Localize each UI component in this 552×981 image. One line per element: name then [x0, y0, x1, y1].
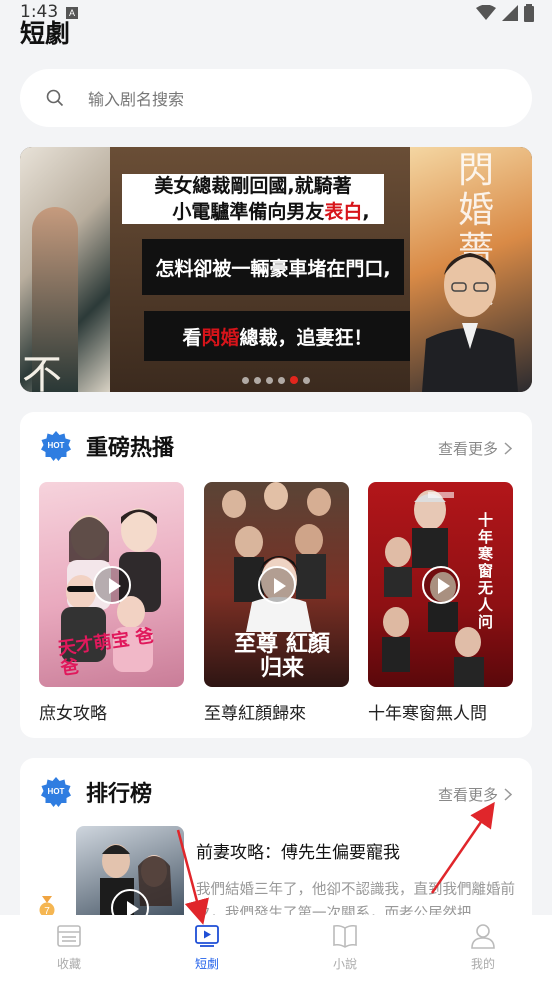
drama-poster[interactable]: 天才萌宝 爸爸	[39, 482, 184, 687]
carousel-dot[interactable]	[266, 376, 273, 384]
ranking-list-item[interactable]: 前妻攻略：傅先生偏要寵我 我們結婚三年了，他卻不認識我，直到我們離婚前夕，我們發…	[76, 826, 516, 926]
play-icon[interactable]	[92, 565, 131, 604]
search-input[interactable]: 输入剧名搜索	[88, 86, 184, 110]
bottom-tab-bar: 收藏 短劇 小說 我的	[0, 915, 552, 981]
tab-novel[interactable]: 小說	[276, 915, 414, 981]
hot-badge-icon: HOT	[40, 430, 72, 462]
tab-label[interactable]: 收藏	[57, 955, 81, 972]
ranking-section-title: 排行榜	[86, 782, 153, 807]
status-bar: 1:43 A	[0, 0, 552, 24]
hot-section: HOT 重磅热播 查看更多 天才萌宝 爸爸 庶女攻略 至尊 紅顏 归来 至尊紅顏…	[20, 412, 532, 738]
drama-card[interactable]: 天才萌宝 爸爸 庶女攻略	[39, 482, 184, 724]
banner-caption-3: 看閃婚 總裁，追妻狂！	[144, 311, 411, 361]
hot-section-header: HOT 重磅热播	[40, 430, 174, 462]
carousel-dot[interactable]	[254, 376, 261, 384]
banner-left-title-art: 不	[22, 352, 62, 392]
hot-see-more-link[interactable]: 查看更多	[438, 438, 512, 459]
ranking-poster[interactable]	[76, 826, 184, 926]
hot-see-more-label[interactable]: 查看更多	[438, 438, 498, 459]
drama-title[interactable]: 至尊紅顏歸來	[204, 699, 349, 724]
hot-section-title: 重磅热播	[86, 436, 175, 461]
carousel-dot[interactable]	[303, 376, 310, 384]
banner-caption-1b: 小電驢準備向男友表白,	[172, 201, 370, 223]
wifi-icon	[476, 5, 496, 20]
drama-poster[interactable]: 十年寒窗无人问	[368, 482, 513, 687]
banner-slide-prev[interactable]: 不	[20, 147, 110, 392]
chevron-right-icon	[504, 788, 512, 801]
tab-label[interactable]: 我的	[471, 955, 495, 972]
tab-label[interactable]: 小說	[333, 955, 357, 972]
ranking-see-more-label[interactable]: 查看更多	[438, 784, 498, 805]
person-icon	[471, 924, 495, 949]
book-icon	[333, 924, 357, 948]
poster-title-art: 至尊 紅顏 归来	[234, 631, 330, 681]
carousel-dot-active[interactable]	[290, 376, 298, 384]
carousel-dot[interactable]	[242, 376, 249, 384]
drama-title[interactable]: 庶女攻略	[39, 699, 184, 724]
poster-title-art: 十年寒窗无人问	[478, 511, 494, 631]
tab-collection[interactable]: 收藏	[0, 915, 138, 981]
search-bar[interactable]: 输入剧名搜索	[20, 69, 532, 127]
ranking-section-header: HOT 排行榜	[40, 776, 152, 808]
banner-caption-1: 美女總裁剛回國,就騎著 小電驢準備向男友表白,	[122, 174, 384, 224]
drama-card[interactable]: 十年寒窗无人问 十年寒窗無人問	[368, 482, 513, 724]
carousel-dot[interactable]	[278, 376, 285, 384]
ranking-see-more-link[interactable]: 查看更多	[438, 784, 512, 805]
tab-profile[interactable]: 我的	[414, 915, 552, 981]
drama-title[interactable]: 十年寒窗無人問	[368, 699, 513, 724]
tab-label[interactable]: 短劇	[195, 955, 219, 972]
ranking-item-title[interactable]: 前妻攻略：傅先生偏要寵我	[196, 838, 400, 863]
play-icon[interactable]	[257, 565, 296, 604]
banner-caption-1a: 美女總裁剛回國,就騎著	[154, 175, 352, 197]
tab-short-drama[interactable]: 短劇	[138, 915, 276, 981]
signal-icon	[502, 5, 518, 21]
hot-badge-icon: HOT	[40, 776, 72, 808]
video-icon	[195, 925, 219, 947]
search-icon	[46, 89, 64, 107]
banner-slide-current[interactable]: 美女總裁剛回國,就騎著 小電驢準備向男友表白, 怎料卻被一輛豪車堵在門口, 看閃…	[110, 147, 411, 392]
banner-carousel[interactable]: 不 美女總裁剛回國,就騎著 小電驢準備向男友表白, 怎料卻被一輛豪車堵在門口, …	[20, 147, 532, 392]
carousel-indicator	[20, 376, 532, 384]
play-icon[interactable]	[421, 565, 460, 604]
page-title: 短劇	[20, 19, 71, 48]
banner-slide-next[interactable]: 閃婚薔薇	[410, 147, 532, 392]
drama-poster[interactable]: 至尊 紅顏 归来	[204, 482, 349, 687]
banner-actor-image	[422, 253, 518, 392]
status-icons	[476, 4, 534, 22]
drama-card[interactable]: 至尊 紅顏 归来 至尊紅顏歸來	[204, 482, 349, 724]
chevron-right-icon	[504, 442, 512, 455]
banner-caption-2: 怎料卻被一輛豪車堵在門口,	[142, 239, 404, 295]
battery-icon	[524, 4, 534, 22]
collection-icon	[57, 925, 81, 947]
